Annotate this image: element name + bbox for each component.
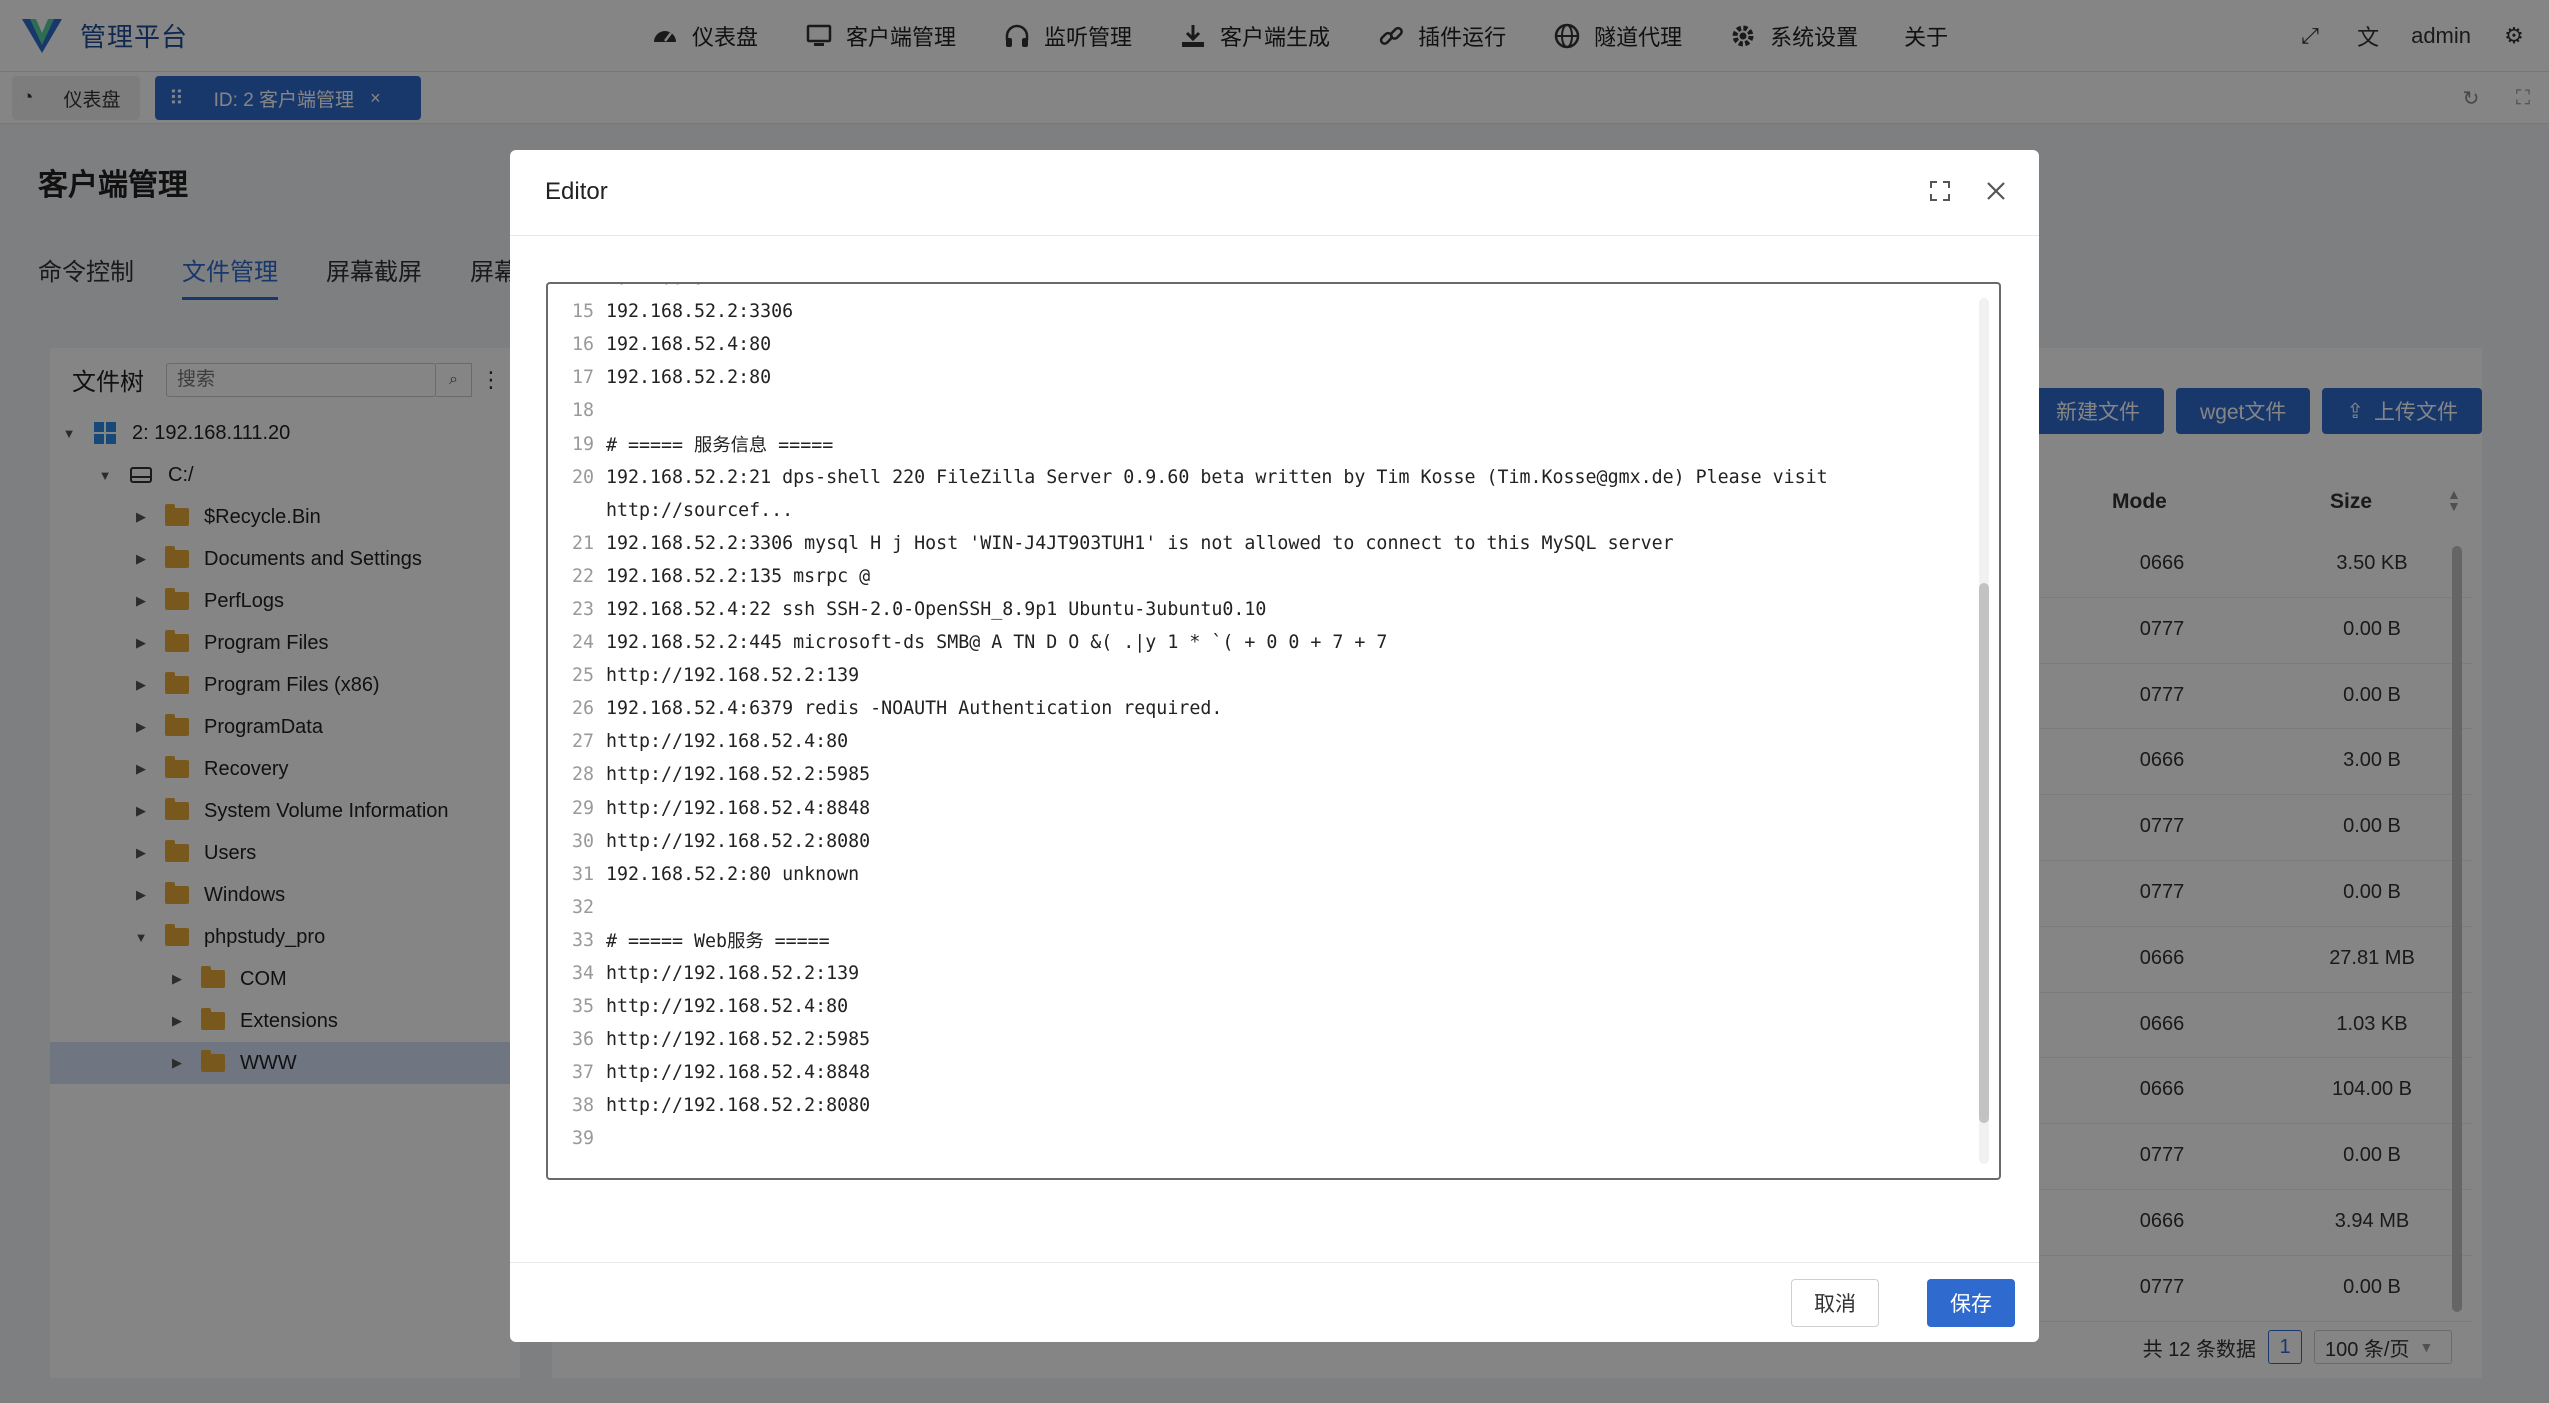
code-line[interactable]: 23 192.168.52.4:22 ssh SSH-2.0-OpenSSH_8.…	[548, 593, 1968, 626]
code-line[interactable]: 33 # ===== Web服务 =====	[548, 924, 1968, 957]
code-line[interactable]: 32	[548, 891, 1968, 924]
line-text: 192.168.52.2:445 microsoft-ds SMB@ A TN …	[606, 632, 1388, 654]
maximize-icon[interactable]	[1923, 174, 1957, 208]
code-line[interactable]: 21 192.168.52.2:3306 mysql H j Host 'WIN-…	[548, 527, 1968, 560]
close-icon[interactable]	[1979, 174, 2013, 208]
line-number: 25	[571, 665, 594, 687]
line-number: 20	[571, 466, 594, 488]
editor-scrollbar[interactable]	[1979, 298, 1989, 1164]
code-line[interactable]: 17 192.168.52.2:80	[548, 361, 1968, 394]
line-number: 37	[571, 1062, 594, 1084]
line-text: 192.168.52.2:135 msrpc @	[606, 565, 871, 587]
line-text: 192.168.52.4:80	[606, 334, 772, 356]
line-number: 26	[571, 698, 594, 720]
line-text: 192.168.52.2:3306 mysql H j Host 'WIN-J4…	[606, 532, 1674, 554]
code-line[interactable]: 27 http://192.168.52.4:80	[548, 725, 1968, 758]
line-number: 29	[571, 797, 594, 819]
code-editor[interactable]: 14192.168.52.4:22 15 192.168.52.2:3306 16 19…	[546, 282, 2001, 1180]
line-number: 31	[571, 863, 594, 885]
code-line[interactable]: http://sourcef...	[548, 494, 1968, 527]
line-number: 21	[571, 532, 594, 554]
line-text: http://192.168.52.2:5985	[606, 1029, 871, 1051]
code-line[interactable]: 19 # ===== 服务信息 =====	[548, 427, 1968, 460]
code-line[interactable]: 26 192.168.52.4:6379 redis -NOAUTH Authen…	[548, 692, 1968, 725]
line-number: 28	[571, 764, 594, 786]
code-line[interactable]: 16 192.168.52.4:80	[548, 328, 1968, 361]
code-line[interactable]: 25 http://192.168.52.2:139	[548, 659, 1968, 692]
line-number: 23	[571, 598, 594, 620]
line-text: # ===== 服务信息 =====	[606, 435, 834, 457]
line-number: 24	[571, 632, 594, 654]
editor-dialog: Editor 14192.168.52.4:22 15 192.168.52.2:3…	[510, 150, 2039, 1342]
line-text: http://192.168.52.2:139	[606, 665, 860, 687]
line-text: http://192.168.52.4:80	[606, 996, 849, 1018]
code-line[interactable]: 14192.168.52.4:22	[548, 284, 1968, 295]
dialog-title: Editor	[545, 178, 608, 205]
code-line[interactable]: 36 http://192.168.52.2:5985	[548, 1023, 1968, 1056]
line-number: 27	[571, 731, 594, 753]
code-line[interactable]: 37 http://192.168.52.4:8848	[548, 1056, 1968, 1089]
code-line[interactable]: 24 192.168.52.2:445 microsoft-ds SMB@ A T…	[548, 626, 1968, 659]
line-number: 15	[571, 301, 594, 323]
line-text: http://sourcef...	[606, 499, 794, 521]
cancel-button[interactable]: 取消	[1791, 1279, 1879, 1327]
dialog-header: Editor	[510, 150, 2039, 236]
line-text: http://192.168.52.4:80	[606, 731, 849, 753]
line-text: # ===== Web服务 =====	[606, 931, 830, 953]
line-number: 32	[571, 896, 594, 918]
code-line[interactable]: 39	[548, 1122, 1968, 1155]
code-line[interactable]: 31 192.168.52.2:80 unknown	[548, 858, 1968, 891]
code-line[interactable]: 18	[548, 394, 1968, 427]
line-text: http://192.168.52.2:5985	[606, 764, 871, 786]
line-text: 192.168.52.2:21 dps-shell 220 FileZilla …	[606, 466, 1828, 488]
code-line[interactable]: 38 http://192.168.52.2:8080	[548, 1089, 1968, 1122]
line-number: 17	[571, 367, 594, 389]
line-number: 19	[571, 433, 594, 455]
line-number: 30	[571, 830, 594, 852]
editor-scrollbar-thumb[interactable]	[1979, 583, 1989, 1123]
line-number: 36	[571, 1029, 594, 1051]
line-text: http://192.168.52.4:8848	[606, 797, 871, 819]
line-text: http://192.168.52.2:8080	[606, 1095, 871, 1117]
line-text: http://192.168.52.2:139	[606, 963, 860, 985]
line-number: 34	[571, 963, 594, 985]
line-number: 35	[571, 996, 594, 1018]
code-line[interactable]: 29 http://192.168.52.4:8848	[548, 792, 1968, 825]
line-text: http://192.168.52.2:8080	[606, 830, 871, 852]
code-line[interactable]: 35 http://192.168.52.4:80	[548, 990, 1968, 1023]
line-text: 192.168.52.2:80	[606, 367, 772, 389]
line-text: 192.168.52.2:80 unknown	[606, 863, 860, 885]
dialog-footer: 取消 保存	[510, 1262, 2039, 1342]
line-text: 192.168.52.4:22 ssh SSH-2.0-OpenSSH_8.9p…	[606, 598, 1267, 620]
line-number: 33	[571, 929, 594, 951]
save-button[interactable]: 保存	[1927, 1279, 2015, 1327]
code-line[interactable]: 15 192.168.52.2:3306	[548, 295, 1968, 328]
code-line[interactable]: 20 192.168.52.2:21 dps-shell 220 FileZill…	[548, 461, 1968, 494]
code-line[interactable]: 34 http://192.168.52.2:139	[548, 957, 1968, 990]
line-number: 38	[571, 1095, 594, 1117]
code-line[interactable]: 30 http://192.168.52.2:8080	[548, 825, 1968, 858]
code-line[interactable]: 28 http://192.168.52.2:5985	[548, 758, 1968, 791]
code-line[interactable]: 22 192.168.52.2:135 msrpc @	[548, 560, 1968, 593]
app-root: 管理平台 仪表盘 客户端管理 监听管理 客户端生成 插件运行 隧道代理 系统设置…	[0, 0, 2549, 1403]
line-text: 192.168.52.4:6379 redis -NOAUTH Authenti…	[606, 698, 1223, 720]
line-text: 192.168.52.4:22	[602, 284, 771, 289]
code-lines: 14192.168.52.4:22 15 192.168.52.2:3306 16 19…	[548, 284, 1968, 1156]
line-text: 192.168.52.2:3306	[606, 301, 794, 323]
line-number: 22	[571, 565, 594, 587]
line-number: 39	[571, 1128, 594, 1150]
line-text: http://192.168.52.4:8848	[606, 1062, 871, 1084]
line-number: 16	[571, 334, 594, 356]
line-number: 14	[548, 284, 602, 289]
line-number: 18	[571, 400, 594, 422]
